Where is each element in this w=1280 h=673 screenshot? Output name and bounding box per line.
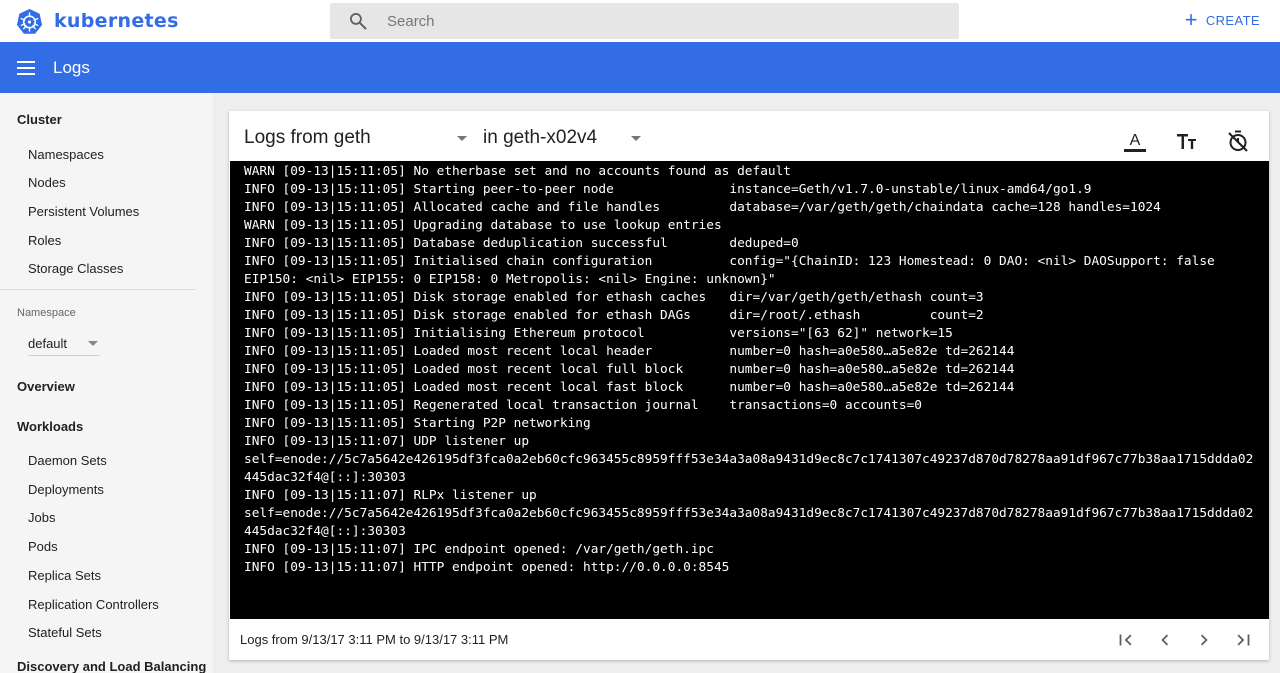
first-page-icon[interactable] bbox=[1115, 629, 1137, 651]
sidebar-heading-overview[interactable]: Overview bbox=[17, 379, 75, 394]
sidebar-heading-workloads[interactable]: Workloads bbox=[17, 419, 83, 434]
brand-logo-link[interactable]: kubernetes bbox=[16, 8, 179, 34]
create-label: CREATE bbox=[1205, 12, 1260, 28]
top-bar: kubernetes + CREATE bbox=[0, 0, 1280, 42]
search-input[interactable] bbox=[385, 11, 909, 31]
last-page-icon[interactable] bbox=[1232, 629, 1254, 651]
namespace-label: Namespace bbox=[17, 307, 76, 319]
log-line: INFO [09-13|15:11:05] Initialised chain … bbox=[244, 254, 1215, 269]
page-title: Logs bbox=[53, 57, 90, 77]
container-select[interactable]: in geth-x02v4 bbox=[483, 127, 642, 149]
plus-icon: + bbox=[1184, 7, 1198, 32]
pod-select-value: Logs from geth bbox=[244, 127, 371, 148]
log-line: EIP150: <nil> EIP155: 0 EIP158: 0 Metrop… bbox=[244, 272, 776, 287]
sidebar-heading-cluster[interactable]: Cluster bbox=[17, 112, 62, 127]
sidebar: Cluster Namespaces Nodes Persistent Volu… bbox=[0, 93, 213, 673]
log-output[interactable]: WARN [09-13|15:11:05] No etherbase set a… bbox=[230, 161, 1269, 619]
log-line: INFO [09-13|15:11:05] Regenerated local … bbox=[244, 398, 922, 413]
brand-name: kubernetes bbox=[54, 10, 179, 32]
chevron-right-icon[interactable] bbox=[1193, 629, 1215, 651]
log-line: INFO [09-13|15:11:05] Starting P2P netwo… bbox=[244, 416, 591, 431]
chevron-left-icon[interactable] bbox=[1154, 629, 1176, 651]
log-line: INFO [09-13|15:11:05] Loaded most recent… bbox=[244, 362, 1015, 377]
create-button[interactable]: + CREATE bbox=[1184, 7, 1260, 32]
log-line: INFO [09-13|15:11:07] RLPx listener up bbox=[244, 488, 537, 503]
logs-card-header: Logs from geth in geth-x02v4 A bbox=[229, 111, 1269, 161]
sidebar-item-jobs[interactable]: Jobs bbox=[28, 510, 55, 525]
log-line: INFO [09-13|15:11:07] IPC endpoint opene… bbox=[244, 542, 714, 557]
log-line: 445dac32f4@[::]:30303 bbox=[244, 470, 406, 485]
namespace-select[interactable]: default bbox=[28, 331, 100, 356]
sidebar-item-replica-sets[interactable]: Replica Sets bbox=[28, 568, 101, 583]
hamburger-menu-icon[interactable] bbox=[17, 60, 35, 75]
log-line: INFO [09-13|15:11:05] Loaded most recent… bbox=[244, 380, 1015, 395]
sidebar-divider bbox=[0, 289, 196, 290]
log-line: INFO [09-13|15:11:05] Allocated cache an… bbox=[244, 200, 1161, 215]
log-line: WARN [09-13|15:11:05] Upgrading database… bbox=[244, 218, 722, 233]
log-line: INFO [09-13|15:11:05] Disk storage enabl… bbox=[244, 290, 984, 305]
log-line: WARN [09-13|15:11:05] No etherbase set a… bbox=[244, 164, 792, 179]
log-line: self=enode://5c7a5642e426195df3fca0a2eb6… bbox=[244, 452, 1254, 467]
svg-text:A: A bbox=[1130, 132, 1141, 149]
text-size-icon[interactable] bbox=[1175, 129, 1199, 153]
sidebar-item-roles[interactable]: Roles bbox=[28, 233, 61, 248]
log-line: INFO [09-13|15:11:05] Disk storage enabl… bbox=[244, 308, 984, 323]
pod-select[interactable]: Logs from geth bbox=[244, 127, 467, 149]
search-icon bbox=[350, 13, 367, 30]
sidebar-item-pods[interactable]: Pods bbox=[28, 539, 58, 554]
sidebar-item-deployments[interactable]: Deployments bbox=[28, 482, 104, 497]
log-line: INFO [09-13|15:11:05] Loaded most recent… bbox=[244, 344, 1015, 359]
log-line: INFO [09-13|15:11:05] Database deduplica… bbox=[244, 236, 799, 251]
sidebar-item-daemon-sets[interactable]: Daemon Sets bbox=[28, 453, 107, 468]
namespace-value: default bbox=[28, 335, 68, 351]
logs-card: Logs from geth in geth-x02v4 A WARN [09-… bbox=[229, 111, 1269, 660]
sidebar-item-storage-classes[interactable]: Storage Classes bbox=[28, 261, 123, 276]
dropdown-arrow-icon bbox=[88, 340, 98, 346]
log-line: self=enode://5c7a5642e426195df3fca0a2eb6… bbox=[244, 506, 1254, 521]
kubernetes-logo-icon bbox=[16, 8, 43, 34]
container-select-value: in geth-x02v4 bbox=[483, 127, 598, 148]
text-color-icon[interactable]: A bbox=[1123, 129, 1147, 153]
log-line: 445dac32f4@[::]:30303 bbox=[244, 524, 406, 539]
app-bar: Logs bbox=[0, 42, 1280, 93]
sidebar-heading-discovery[interactable]: Discovery and Load Balancing bbox=[17, 659, 206, 673]
timer-off-icon[interactable] bbox=[1226, 129, 1250, 153]
search-bar[interactable] bbox=[330, 3, 959, 39]
dropdown-arrow-icon bbox=[456, 135, 467, 141]
sidebar-item-persistent-volumes[interactable]: Persistent Volumes bbox=[28, 204, 139, 219]
dropdown-arrow-icon bbox=[631, 135, 642, 141]
sidebar-item-nodes[interactable]: Nodes bbox=[28, 175, 66, 190]
sidebar-item-stateful-sets[interactable]: Stateful Sets bbox=[28, 625, 102, 640]
log-line: INFO [09-13|15:11:07] HTTP endpoint open… bbox=[244, 560, 730, 575]
log-line: INFO [09-13|15:11:05] Initialising Ether… bbox=[244, 326, 953, 341]
sidebar-item-replication-controllers[interactable]: Replication Controllers bbox=[28, 597, 159, 612]
log-time-range: Logs from 9/13/17 3:11 PM to 9/13/17 3:1… bbox=[240, 632, 509, 647]
sidebar-item-namespaces[interactable]: Namespaces bbox=[28, 147, 104, 162]
logs-card-footer: Logs from 9/13/17 3:11 PM to 9/13/17 3:1… bbox=[229, 619, 1269, 660]
log-line: INFO [09-13|15:11:05] Starting peer-to-p… bbox=[244, 182, 1092, 197]
log-line: INFO [09-13|15:11:07] UDP listener up bbox=[244, 434, 530, 449]
